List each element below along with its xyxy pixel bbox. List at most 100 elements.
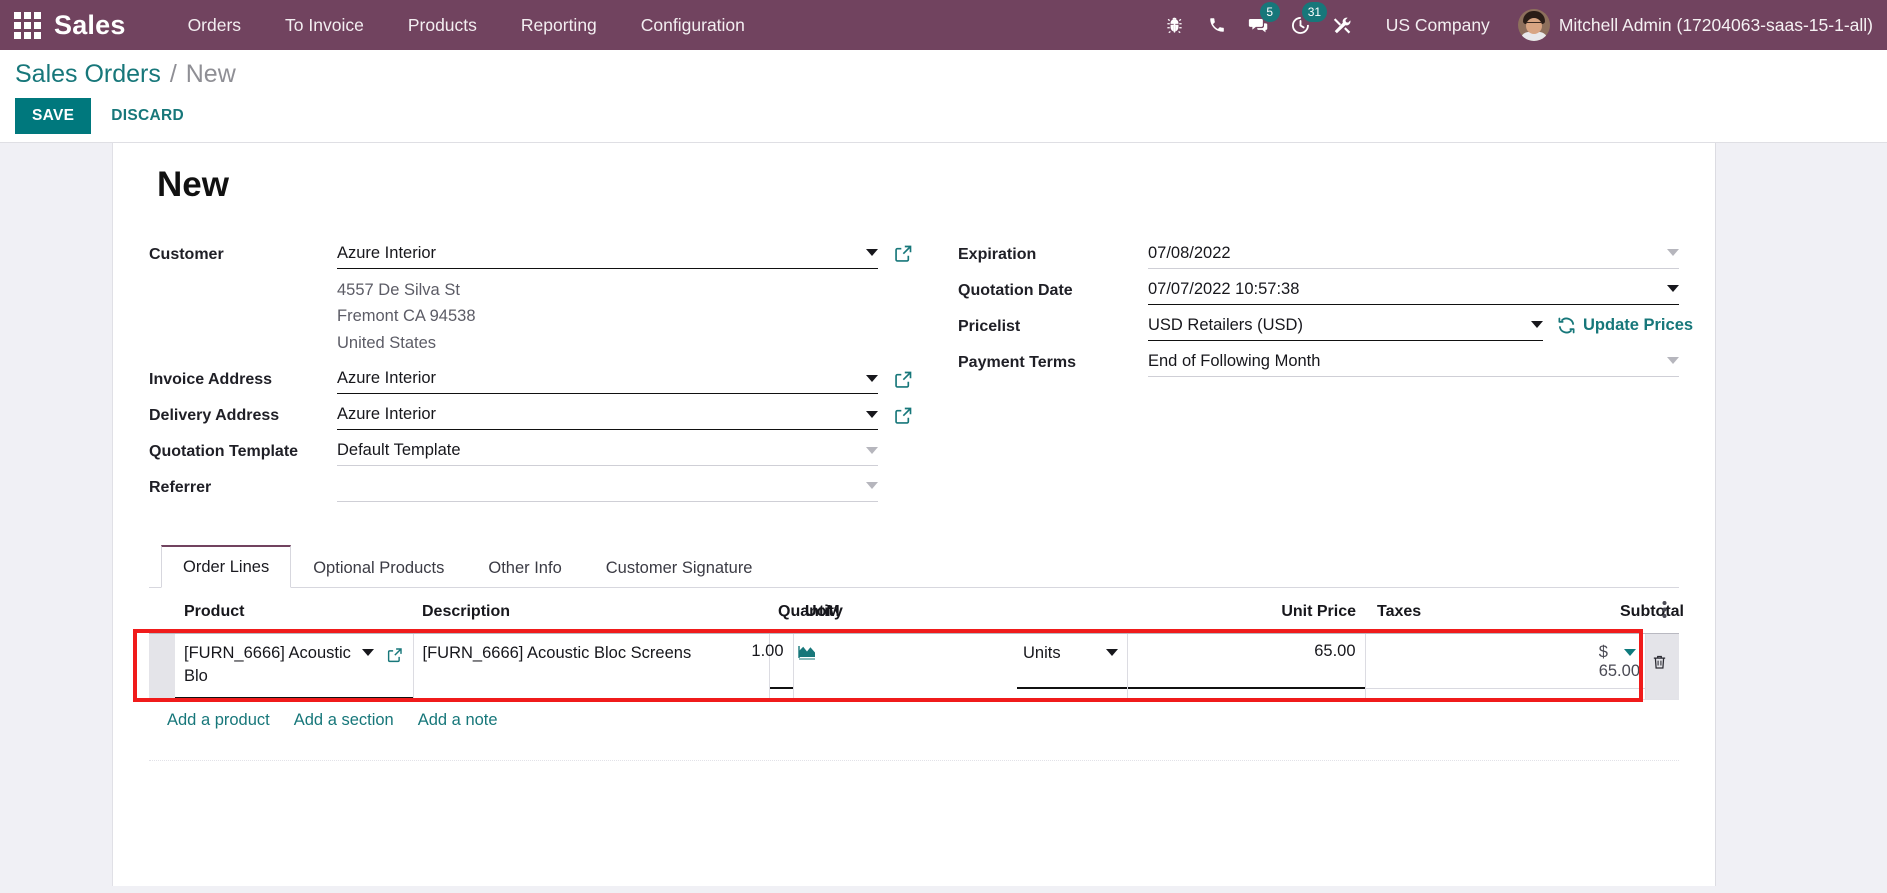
- chevron-down-icon[interactable]: [866, 374, 878, 382]
- tab-customer-signature[interactable]: Customer Signature: [584, 547, 775, 588]
- save-button[interactable]: SAVE: [15, 97, 92, 134]
- chevron-down-icon[interactable]: [866, 249, 878, 257]
- pricelist-input[interactable]: USD Retailers (USD): [1148, 311, 1543, 342]
- chevron-down-icon[interactable]: [866, 446, 878, 454]
- cell-quantity[interactable]: 1.00: [751, 633, 794, 700]
- pricelist-value: USD Retailers (USD): [1148, 315, 1303, 334]
- field-label-invoice-address: Invoice Address: [149, 370, 273, 388]
- unit-price-cell-box[interactable]: 65.00: [1127, 633, 1365, 689]
- referrer-input[interactable]: [337, 472, 878, 502]
- trash-icon[interactable]: [1651, 653, 1668, 671]
- add-a-product-link[interactable]: Add a product: [157, 709, 284, 732]
- app-brand-sales[interactable]: Sales: [54, 10, 126, 41]
- quotation-template-value: Default Template: [337, 440, 461, 459]
- order-lines-header: Product Description Quantity UoM Unit Pr…: [149, 589, 1684, 634]
- uom-icon-box: [793, 633, 1018, 689]
- field-row-delivery-address: Delivery Address Azure Interior: [149, 400, 914, 433]
- messages-badge: 5: [1259, 2, 1280, 22]
- messages-icon[interactable]: 5: [1238, 0, 1280, 50]
- bug-icon[interactable]: [1154, 0, 1196, 50]
- menu-item-reporting[interactable]: Reporting: [499, 1, 619, 50]
- subtotal-value: $ 65.00: [1598, 642, 1640, 680]
- quotation-template-input[interactable]: Default Template: [337, 436, 878, 467]
- quotation-date-input[interactable]: 07/07/2022 10:57:38: [1148, 275, 1679, 306]
- quotation-date-value: 07/07/2022 10:57:38: [1148, 279, 1300, 298]
- forecast-chart-icon[interactable]: [797, 644, 816, 660]
- tab-optional-products[interactable]: Optional Products: [291, 547, 466, 588]
- field-control-pricelist: USD Retailers (USD) Update Prices: [1148, 311, 1693, 342]
- add-a-section-link[interactable]: Add a section: [284, 709, 408, 732]
- chevron-down-icon[interactable]: [866, 482, 878, 490]
- payment-terms-input[interactable]: End of Following Month: [1148, 347, 1679, 378]
- discard-button[interactable]: DISCARD: [91, 98, 204, 134]
- product-value: [FURN_6666] Acoustic Blo: [184, 643, 351, 686]
- chevron-down-icon[interactable]: [866, 410, 878, 418]
- address-spacer: [149, 277, 337, 283]
- menu-item-configuration[interactable]: Configuration: [619, 1, 767, 50]
- breadcrumb-separator: /: [169, 60, 177, 88]
- order-lines-footer-links: Add a product Add a section Add a note: [149, 700, 1679, 732]
- uom-cell-box[interactable]: Units: [1017, 633, 1127, 689]
- field-row-expiration: Expiration 07/08/2022: [958, 239, 1679, 272]
- field-control-customer: Azure Interior: [337, 239, 914, 270]
- table-row[interactable]: [FURN_6666] Acoustic Blo [FURN_6666] Aco…: [149, 633, 1679, 700]
- field-row-quotation-date: Quotation Date 07/07/2022 10:57:38: [958, 275, 1679, 308]
- cell-uom-icon: [793, 633, 1018, 700]
- invoice-address-value: Azure Interior: [337, 368, 437, 387]
- cell-uom[interactable]: Units: [1017, 633, 1128, 700]
- external-link-icon[interactable]: [386, 646, 404, 664]
- control-panel-buttons: SAVE DISCARD: [0, 89, 1887, 134]
- row-drag-handle[interactable]: [149, 633, 175, 700]
- external-link-icon[interactable]: [893, 369, 914, 390]
- add-a-note-link[interactable]: Add a note: [408, 709, 512, 732]
- chevron-down-icon[interactable]: [361, 648, 374, 656]
- breadcrumb-current: New: [185, 60, 236, 88]
- apps-grid-icon[interactable]: [10, 8, 44, 42]
- external-link-icon[interactable]: [893, 243, 914, 264]
- field-row-referrer: Referrer: [149, 472, 914, 505]
- tab-other-info[interactable]: Other Info: [466, 547, 583, 588]
- sheet-wrapper: New Customer Azure Interior 4557 De Silv…: [41, 142, 1846, 886]
- user-menu[interactable]: Mitchell Admin (17204063-saas-15-1-all): [1512, 9, 1873, 41]
- quantity-cell-box[interactable]: 1.00: [751, 633, 793, 689]
- chevron-down-icon[interactable]: [1531, 321, 1543, 329]
- form-column-right: Expiration 07/08/2022 Quotation Date 07/…: [914, 239, 1693, 508]
- main-menu: Orders To Invoice Products Reporting Con…: [166, 1, 767, 50]
- tab-order-lines[interactable]: Order Lines: [161, 544, 292, 588]
- avatar: [1517, 9, 1550, 41]
- chevron-down-icon[interactable]: [1667, 285, 1679, 293]
- tools-icon[interactable]: [1322, 0, 1364, 50]
- chevron-down-icon[interactable]: [1667, 357, 1679, 365]
- col-subtotal: Subtotal: [1611, 589, 1684, 634]
- cell-product[interactable]: [FURN_6666] Acoustic Blo: [175, 633, 414, 700]
- chevron-down-icon[interactable]: [1105, 648, 1118, 656]
- sheet-bottom-divider: [149, 759, 1679, 800]
- cell-unit-price[interactable]: 65.00: [1127, 633, 1366, 700]
- menu-item-to-invoice[interactable]: To Invoice: [263, 1, 386, 50]
- cell-description[interactable]: [FURN_6666] Acoustic Bloc Screens: [413, 633, 770, 700]
- field-row-customer: Customer Azure Interior: [149, 239, 914, 272]
- activities-clock-icon[interactable]: 31: [1280, 0, 1328, 50]
- invoice-address-input[interactable]: Azure Interior: [337, 364, 878, 395]
- menu-item-products[interactable]: Products: [386, 1, 499, 50]
- breadcrumb-sales-orders[interactable]: Sales Orders: [15, 60, 161, 88]
- description-cell-box[interactable]: [FURN_6666] Acoustic Bloc Screens: [413, 633, 769, 689]
- col-taxes: Taxes: [1365, 589, 1611, 634]
- menu-item-orders[interactable]: Orders: [166, 1, 263, 50]
- col-unit-price: Unit Price: [1127, 589, 1366, 634]
- handle-header: [149, 589, 175, 634]
- external-link-icon[interactable]: [893, 405, 914, 426]
- delivery-address-input[interactable]: Azure Interior: [337, 400, 878, 431]
- field-row-quotation-template: Quotation Template Default Template: [149, 436, 914, 469]
- customer-input[interactable]: Azure Interior: [337, 239, 878, 270]
- breadcrumb: Sales Orders / New: [0, 60, 1887, 89]
- company-switcher[interactable]: US Company: [1364, 15, 1512, 36]
- form-view-area: New Customer Azure Interior 4557 De Silv…: [0, 142, 1887, 886]
- chevron-down-icon[interactable]: [1667, 249, 1679, 257]
- phone-icon[interactable]: [1196, 0, 1238, 50]
- expiration-input[interactable]: 07/08/2022: [1148, 239, 1679, 270]
- update-prices-button[interactable]: Update Prices: [1557, 316, 1693, 335]
- field-control-delivery-address: Azure Interior: [337, 400, 914, 431]
- order-lines-container: Product Description Quantity UoM Unit Pr…: [133, 588, 1684, 800]
- product-cell-box[interactable]: [FURN_6666] Acoustic Blo: [175, 633, 413, 699]
